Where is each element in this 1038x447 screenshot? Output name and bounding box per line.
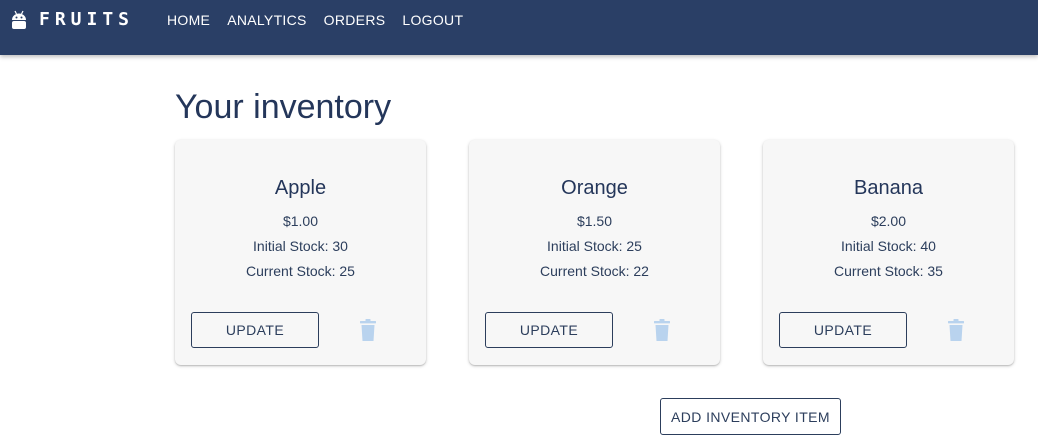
- brand-name: FRUITS: [39, 9, 135, 30]
- card-initial-stock: Initial Stock: 40: [841, 238, 936, 254]
- android-robot-icon: [12, 10, 26, 29]
- card-price: $1.50: [576, 213, 613, 229]
- page-title: Your inventory: [175, 88, 392, 126]
- main-nav: HOME ANALYTICS ORDERS LOGOUT: [167, 12, 480, 28]
- trash-icon[interactable]: [654, 319, 670, 341]
- card-price: $1.00: [282, 213, 319, 229]
- card-item-name: Banana: [854, 177, 923, 199]
- card-current-stock: Current Stock: 22: [540, 263, 649, 279]
- update-button[interactable]: UPDATE: [485, 312, 613, 348]
- update-button[interactable]: UPDATE: [779, 312, 907, 348]
- card-item-name: Apple: [274, 177, 327, 199]
- trash-icon[interactable]: [360, 319, 376, 341]
- card-current-stock: Current Stock: 35: [834, 263, 943, 279]
- card-price: $2.00: [870, 213, 907, 229]
- nav-orders[interactable]: ORDERS: [324, 12, 386, 28]
- card-initial-stock: Initial Stock: 30: [253, 238, 348, 254]
- card-item-name: Orange: [561, 177, 628, 199]
- nav-logout[interactable]: LOGOUT: [402, 12, 463, 28]
- update-button[interactable]: UPDATE: [191, 312, 319, 348]
- inventory-card-orange: Orange $1.50 Initial Stock: 25 Current S…: [469, 140, 720, 365]
- nav-home[interactable]: HOME: [167, 12, 210, 28]
- card-initial-stock: Initial Stock: 25: [547, 238, 642, 254]
- inventory-card-banana: Banana $2.00 Initial Stock: 40 Current S…: [763, 140, 1014, 365]
- card-current-stock: Current Stock: 25: [246, 263, 355, 279]
- add-inventory-item-button[interactable]: ADD INVENTORY ITEM: [660, 398, 841, 435]
- trash-icon[interactable]: [948, 319, 964, 341]
- brand-logo[interactable]: FRUITS: [10, 8, 134, 32]
- inventory-card-apple: Apple $1.00 Initial Stock: 30 Current St…: [175, 140, 426, 365]
- app-bar: FRUITS HOME ANALYTICS ORDERS LOGOUT: [0, 0, 1038, 55]
- nav-analytics[interactable]: ANALYTICS: [227, 12, 306, 28]
